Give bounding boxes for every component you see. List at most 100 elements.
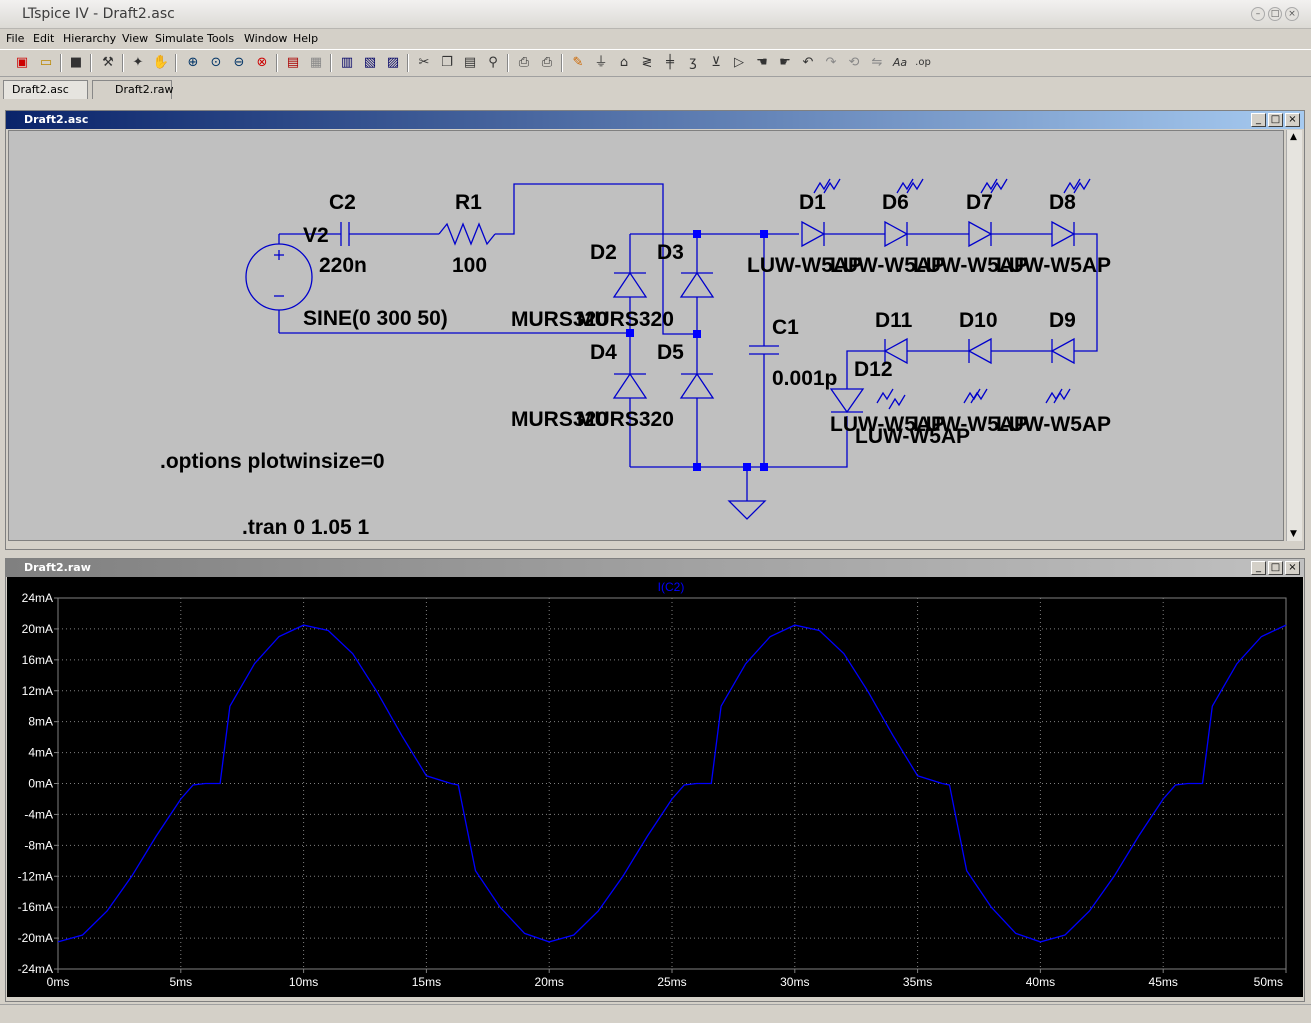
x-tick-label: 25ms bbox=[657, 975, 686, 989]
copy-icon[interactable]: ❐ bbox=[437, 53, 457, 73]
x-tick-label: 30ms bbox=[780, 975, 809, 989]
cut-icon[interactable]: ✂ bbox=[414, 53, 434, 73]
y-tick-label: 8mA bbox=[28, 715, 53, 729]
rotate-icon[interactable]: ⟲ bbox=[844, 53, 864, 73]
netlist-icon[interactable]: ▦ bbox=[306, 53, 326, 73]
y-tick-label: 20mA bbox=[22, 622, 53, 636]
label-d10: D10 bbox=[959, 309, 998, 332]
toolbar-separator bbox=[276, 54, 278, 72]
waveform-window-title: Draft2.raw bbox=[24, 561, 91, 574]
label-d7: D7 bbox=[966, 191, 993, 214]
y-tick-label: 16mA bbox=[22, 653, 53, 667]
schematic-canvas[interactable]: C2 220n R1 100 V2 SINE(0 300 50) D2 D3 D… bbox=[8, 130, 1284, 541]
y-tick-label: -12mA bbox=[18, 869, 53, 883]
mirror-icon[interactable]: ⇋ bbox=[867, 53, 887, 73]
halt-hand-icon[interactable]: ✋ bbox=[151, 53, 171, 73]
tile-vertical-icon[interactable]: ▧ bbox=[360, 53, 380, 73]
child-maximize-icon[interactable]: □ bbox=[1268, 561, 1283, 575]
tab-draft2-asc[interactable]: Draft2.asc bbox=[3, 80, 88, 99]
toolbar-separator bbox=[60, 54, 62, 72]
label-d12-model: LUW-W5AP bbox=[855, 425, 970, 448]
waveform-plot-area[interactable]: I(C2) 0ms 5ms 10ms 15ms 20ms 25ms 30ms 35ms 40ms… bbox=[7, 577, 1303, 997]
open-folder-icon[interactable]: ▭ bbox=[36, 53, 56, 73]
menu-window[interactable]: Window bbox=[244, 32, 287, 45]
menu-help[interactable]: Help bbox=[293, 32, 318, 45]
diode-d3-icon bbox=[679, 271, 715, 298]
label-c2: C2 bbox=[329, 191, 356, 214]
schematic-window: Draft2.asc _ □ × C2 220n R1 100 V2 SINE(… bbox=[5, 110, 1305, 550]
maximize-icon[interactable]: □ bbox=[1268, 7, 1282, 21]
y-tick-label: -4mA bbox=[24, 807, 53, 821]
menu-simulate[interactable]: Simulate bbox=[155, 32, 204, 45]
led-d1-icon bbox=[801, 220, 826, 248]
zoom-pan-icon[interactable]: ⊙ bbox=[206, 53, 226, 73]
zoom-out-icon[interactable]: ⊖ bbox=[229, 53, 249, 73]
spice-directive-icon[interactable]: .op bbox=[913, 53, 933, 73]
y-tick-label: 0mA bbox=[28, 777, 53, 791]
print-icon[interactable]: ⎙ bbox=[537, 53, 557, 73]
move-hand-icon[interactable]: ☚ bbox=[752, 53, 772, 73]
menu-view[interactable]: View bbox=[122, 32, 148, 45]
child-close-icon[interactable]: × bbox=[1285, 561, 1300, 575]
x-tick-label: 15ms bbox=[412, 975, 441, 989]
schematic-window-title: Draft2.asc bbox=[24, 113, 89, 126]
label-net-icon[interactable]: ⌂ bbox=[614, 53, 634, 73]
child-maximize-icon[interactable]: □ bbox=[1268, 113, 1283, 127]
window-title: LTspice IV - Draft2.asc bbox=[22, 6, 175, 22]
y-tick-label: 12mA bbox=[22, 684, 53, 698]
ground-icon bbox=[727, 500, 767, 520]
schematic-vertical-scrollbar[interactable]: ▲ ▼ bbox=[1286, 130, 1302, 541]
spice-directive-tran: .tran 0 1.05 1 bbox=[242, 516, 370, 539]
capacitor-icon[interactable]: ╪ bbox=[660, 53, 680, 73]
zoom-in-icon[interactable]: ⊕ bbox=[183, 53, 203, 73]
resistor-icon[interactable]: ≷ bbox=[637, 53, 657, 73]
label-d3: D3 bbox=[657, 241, 684, 264]
cascade-icon[interactable]: ▨ bbox=[383, 53, 403, 73]
label-c1-value: 0.001p bbox=[772, 367, 837, 390]
text-icon[interactable]: Aa bbox=[890, 53, 910, 73]
paste-icon[interactable]: ▤ bbox=[460, 53, 480, 73]
label-d9: D9 bbox=[1049, 309, 1076, 332]
label-v2-value: SINE(0 300 50) bbox=[303, 307, 448, 330]
new-schematic-icon[interactable]: ▣ bbox=[12, 53, 32, 73]
x-tick-label: 50ms bbox=[1254, 975, 1283, 989]
inductor-icon[interactable]: ʒ bbox=[683, 53, 703, 73]
toolbar-separator bbox=[561, 54, 563, 72]
menu-hierarchy[interactable]: Hierarchy bbox=[63, 32, 116, 45]
plot-settings-icon[interactable]: ▤ bbox=[283, 53, 303, 73]
y-tick-label: -8mA bbox=[24, 838, 53, 852]
undo-icon[interactable]: ↶ bbox=[798, 53, 818, 73]
label-d8-model: LUW-W5AP bbox=[996, 254, 1111, 277]
redo-icon[interactable]: ↷ bbox=[821, 53, 841, 73]
resistor-r1-icon bbox=[438, 222, 496, 246]
tab-draft2-raw[interactable]: Draft2.raw bbox=[92, 80, 173, 99]
tile-horizontal-icon[interactable]: ▥ bbox=[337, 53, 357, 73]
ground-icon[interactable]: ⏚ bbox=[591, 53, 611, 73]
schematic-drawing: C2 220n R1 100 V2 SINE(0 300 50) D2 D3 D… bbox=[160, 178, 1111, 539]
zoom-fit-icon[interactable]: ⊗ bbox=[252, 53, 272, 73]
find-icon[interactable]: ⚲ bbox=[483, 53, 503, 73]
minimize-icon[interactable]: – bbox=[1251, 7, 1265, 21]
draw-wire-icon[interactable]: ✎ bbox=[568, 53, 588, 73]
menu-file[interactable]: File bbox=[6, 32, 24, 45]
label-v2: V2 bbox=[303, 224, 329, 247]
control-panel-icon[interactable]: ⚒ bbox=[98, 53, 118, 73]
trace-label[interactable]: I(C2) bbox=[658, 580, 685, 594]
save-icon[interactable]: ■ bbox=[66, 53, 86, 73]
close-icon[interactable]: × bbox=[1285, 7, 1299, 21]
menu-edit[interactable]: Edit bbox=[33, 32, 54, 45]
child-close-icon[interactable]: × bbox=[1285, 113, 1300, 127]
child-minimize-icon[interactable]: _ bbox=[1251, 113, 1266, 127]
component-icon[interactable]: ▷ bbox=[729, 53, 749, 73]
drag-hand-icon[interactable]: ☛ bbox=[775, 53, 795, 73]
label-d3-model: MURS320 bbox=[577, 308, 674, 331]
menu-tools[interactable]: Tools bbox=[207, 32, 234, 45]
window-titlebar: LTspice IV - Draft2.asc – □ × bbox=[0, 0, 1311, 29]
print-preview-icon[interactable]: ⎙ bbox=[514, 53, 534, 73]
scroll-down-icon[interactable]: ▼ bbox=[1290, 529, 1297, 539]
toolbar: ▣ ▭ ■ ⚒ ✦ ✋ ⊕ ⊙ ⊖ ⊗ ▤ ▦ ▥ ▧ ▨ ✂ ❐ ▤ ⚲ ⎙ … bbox=[0, 49, 1311, 77]
scroll-up-icon[interactable]: ▲ bbox=[1290, 132, 1297, 142]
diode-icon[interactable]: ⊻ bbox=[706, 53, 726, 73]
child-minimize-icon[interactable]: _ bbox=[1251, 561, 1266, 575]
run-icon[interactable]: ✦ bbox=[128, 53, 148, 73]
